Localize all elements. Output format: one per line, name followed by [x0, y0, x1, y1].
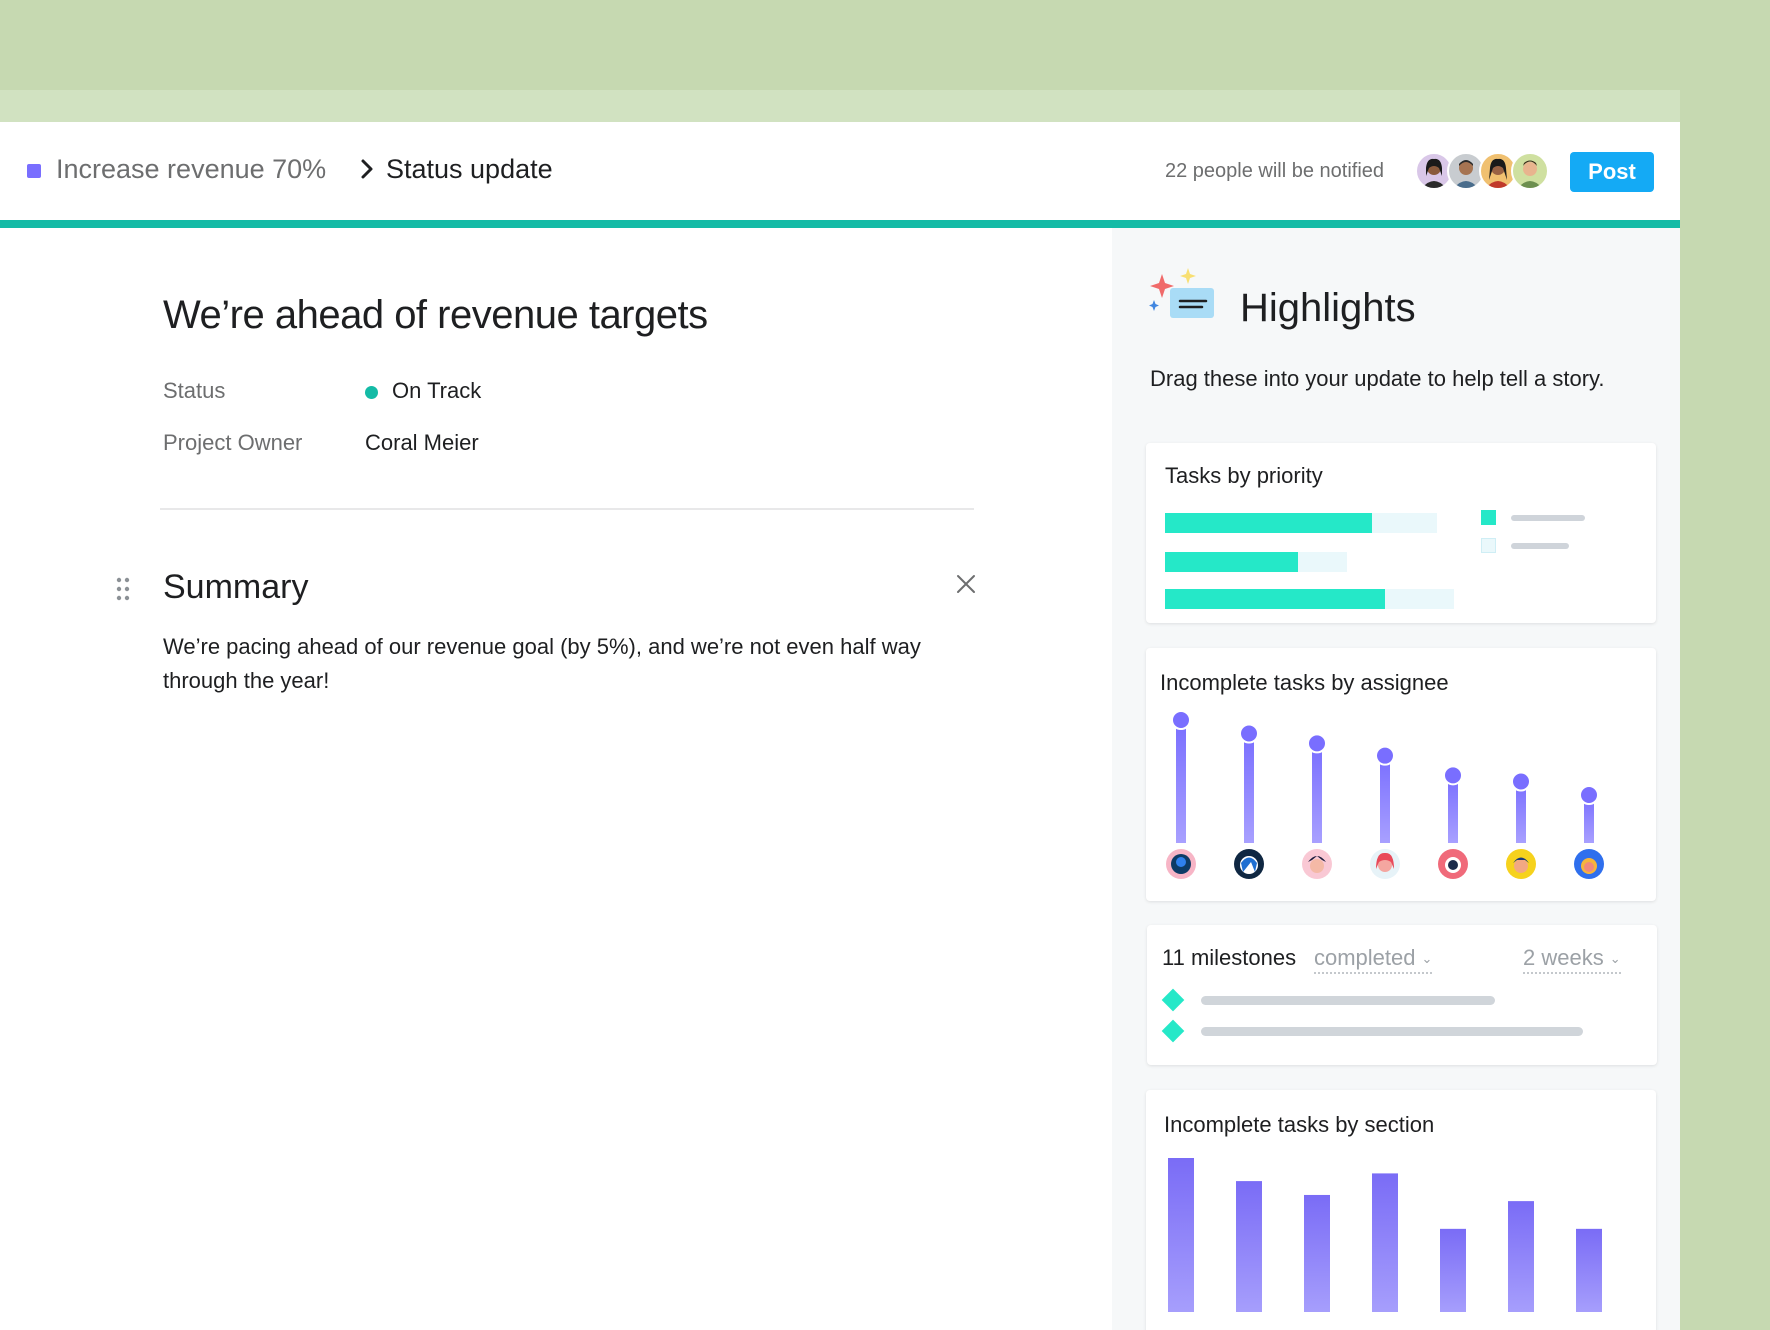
priority-bar — [1165, 552, 1298, 572]
summary-heading[interactable]: Summary — [163, 568, 308, 607]
assignee-avatar — [1234, 849, 1264, 879]
priority-bar-track — [1165, 589, 1454, 609]
section-bar — [1576, 1228, 1602, 1312]
lollipop-stem — [1448, 775, 1458, 843]
notified-avatars[interactable] — [1415, 152, 1555, 190]
milestone-filter-dropdown[interactable]: completed ⌄ — [1314, 945, 1433, 974]
lollipop-stem — [1312, 743, 1322, 843]
summary-body[interactable]: We’re pacing ahead of our revenue goal (… — [163, 630, 963, 698]
close-icon[interactable] — [954, 572, 978, 596]
section-bar — [1236, 1181, 1262, 1312]
highlights-panel: Highlights Drag these into your update t… — [1112, 228, 1680, 1330]
tasks-by-assignee-card[interactable]: Incomplete tasks by assignee — [1146, 648, 1656, 901]
tasks-by-priority-card[interactable]: Tasks by priority — [1146, 443, 1656, 623]
priority-bar-track — [1165, 552, 1347, 572]
lollipop-point — [1375, 745, 1395, 766]
milestone-filter-value: completed — [1314, 945, 1416, 970]
section-bar — [1168, 1158, 1194, 1312]
priority-bar — [1165, 589, 1385, 609]
avatar — [1511, 152, 1549, 190]
breadcrumb-project-link[interactable]: Increase revenue 70% — [56, 154, 326, 185]
lollipop-stem — [1380, 755, 1390, 843]
section-bar — [1304, 1194, 1330, 1312]
status-dot-icon — [365, 386, 378, 399]
lollipop-point — [1171, 710, 1191, 730]
update-title[interactable]: We’re ahead of revenue targets — [163, 293, 708, 338]
legend-swatch — [1481, 510, 1496, 525]
assignee-avatar — [1166, 849, 1196, 879]
assignee-avatar — [1302, 849, 1332, 879]
highlights-subtitle: Drag these into your update to help tell… — [1150, 366, 1605, 391]
owner-value[interactable]: Coral Meier — [365, 430, 479, 456]
notify-count-text: 22 people will be notified — [1165, 160, 1385, 182]
highlights-title: Highlights — [1240, 286, 1416, 330]
owner-label: Project Owner — [163, 430, 303, 455]
assignee-lollipop-chart — [1166, 710, 1604, 879]
chevron-right-icon — [361, 159, 373, 179]
post-button[interactable]: Post — [1570, 152, 1654, 192]
milestone-diamond-icon — [1161, 988, 1185, 1012]
milestone-range-value: 2 weeks — [1523, 945, 1604, 970]
legend-line — [1511, 515, 1585, 521]
status-label: Status — [163, 378, 226, 403]
milestones-count: 11 milestones — [1162, 945, 1297, 970]
chevron-down-icon: ⌄ — [1609, 951, 1621, 967]
lollipop-point — [1579, 785, 1599, 806]
milestone-range-dropdown[interactable]: 2 weeks ⌄ — [1523, 945, 1621, 974]
lollipop-stem — [1176, 720, 1186, 843]
milestone-line — [1201, 996, 1495, 1005]
lollipop-point — [1511, 771, 1531, 792]
lollipop-point — [1239, 723, 1259, 744]
legend-swatch — [1481, 538, 1496, 553]
lollipop-point — [1307, 733, 1327, 754]
section-bar — [1508, 1201, 1534, 1312]
section-bar — [1440, 1228, 1466, 1312]
priority-bar — [1165, 513, 1372, 533]
assignee-avatar — [1574, 849, 1604, 879]
section-bar-chart — [1168, 1158, 1602, 1312]
drag-handle-icon[interactable] — [115, 576, 131, 602]
status-update-window: Increase revenue 70% Status update 22 pe… — [0, 90, 1680, 1330]
milestone-diamond-icon — [1161, 1019, 1185, 1043]
chevron-down-icon: ⌄ — [1421, 951, 1433, 967]
milestones-card[interactable]: 11 milestones completed ⌄ 2 weeks ⌄ — [1147, 925, 1657, 1065]
section-divider — [160, 508, 974, 510]
project-color-icon — [27, 164, 41, 178]
legend-line — [1511, 543, 1569, 549]
sparkle-message-icon — [1149, 268, 1214, 318]
header-accent-line — [0, 220, 1680, 228]
priority-bar-track — [1165, 513, 1437, 533]
milestone-line — [1201, 1027, 1583, 1036]
tasks-by-section-card[interactable]: Incomplete tasks by section — [1146, 1090, 1656, 1330]
assignee-avatar — [1370, 849, 1400, 879]
assignee-avatar — [1506, 849, 1536, 879]
lollipop-point — [1443, 765, 1463, 786]
window-top-band — [0, 90, 1680, 122]
status-value[interactable]: On Track — [392, 378, 481, 404]
assignee-avatar — [1438, 849, 1468, 879]
lollipop-stem — [1244, 733, 1254, 843]
breadcrumb-current-page: Status update — [386, 154, 553, 184]
card-title: Tasks by priority — [1165, 463, 1323, 488]
section-bar — [1372, 1173, 1398, 1312]
